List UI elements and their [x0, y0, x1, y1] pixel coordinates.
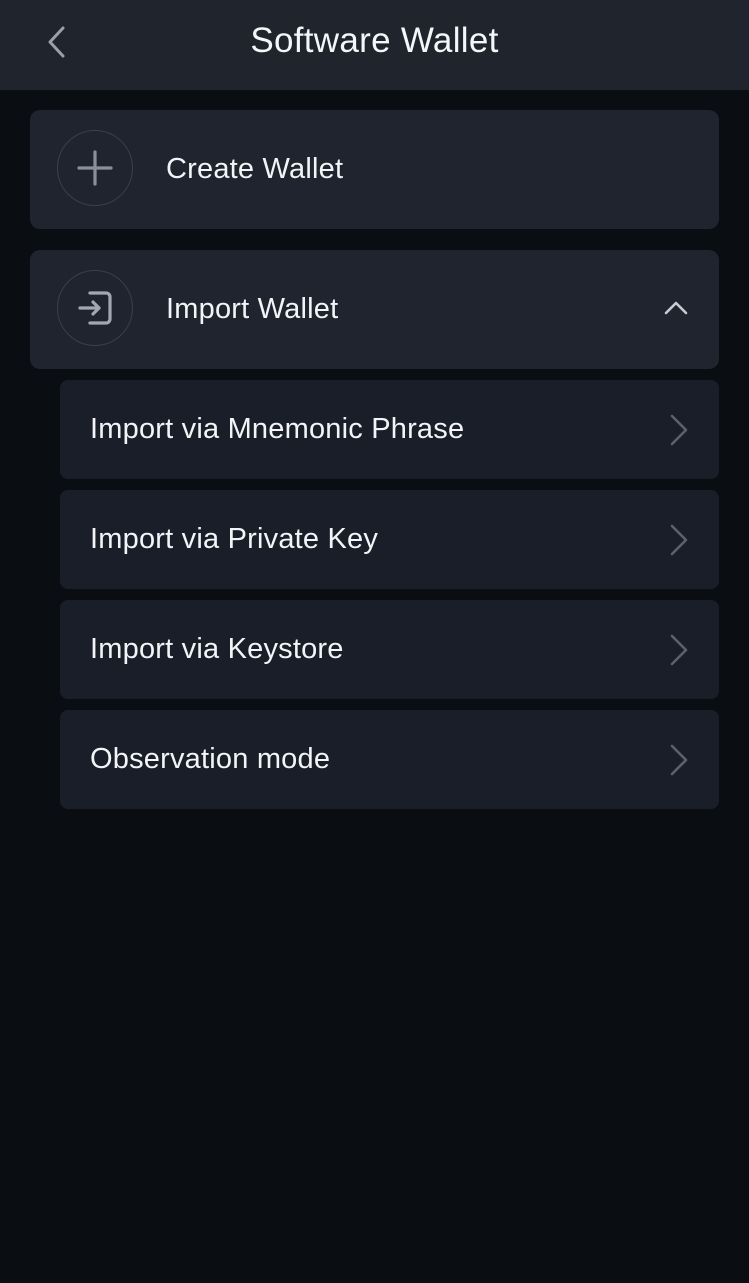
import-mnemonic-label: Import via Mnemonic Phrase: [90, 413, 465, 445]
chevron-right-icon: [670, 414, 688, 446]
observation-mode-label: Observation mode: [90, 743, 331, 775]
header-bar: Software Wallet: [0, 0, 749, 90]
import-wallet-toggle[interactable]: Import Wallet: [30, 250, 719, 369]
import-wallet-label: Import Wallet: [166, 293, 339, 325]
page-title: Software Wallet: [250, 21, 499, 60]
import-keystore-label: Import via Keystore: [90, 633, 344, 665]
import-private-key-label: Import via Private Key: [90, 523, 379, 555]
chevron-right-icon: [670, 744, 688, 776]
import-private-key-option[interactable]: Import via Private Key: [60, 490, 719, 589]
chevron-up-icon: [664, 301, 688, 315]
observation-mode-option[interactable]: Observation mode: [60, 710, 719, 809]
chevron-right-icon: [670, 634, 688, 666]
import-wallet-icon-circle: [57, 270, 133, 346]
create-wallet-button[interactable]: Create Wallet: [30, 110, 719, 229]
import-keystore-option[interactable]: Import via Keystore: [60, 600, 719, 699]
collapse-caret[interactable]: [663, 295, 689, 321]
plus-icon: [77, 150, 113, 186]
create-wallet-label: Create Wallet: [166, 153, 344, 185]
software-wallet-screen: Software Wallet Create Wallet Import Wal…: [0, 0, 749, 1283]
create-wallet-icon-circle: [57, 130, 133, 206]
chevron-right-icon: [670, 524, 688, 556]
import-mnemonic-option[interactable]: Import via Mnemonic Phrase: [60, 380, 719, 479]
import-arrow-icon: [78, 291, 112, 325]
